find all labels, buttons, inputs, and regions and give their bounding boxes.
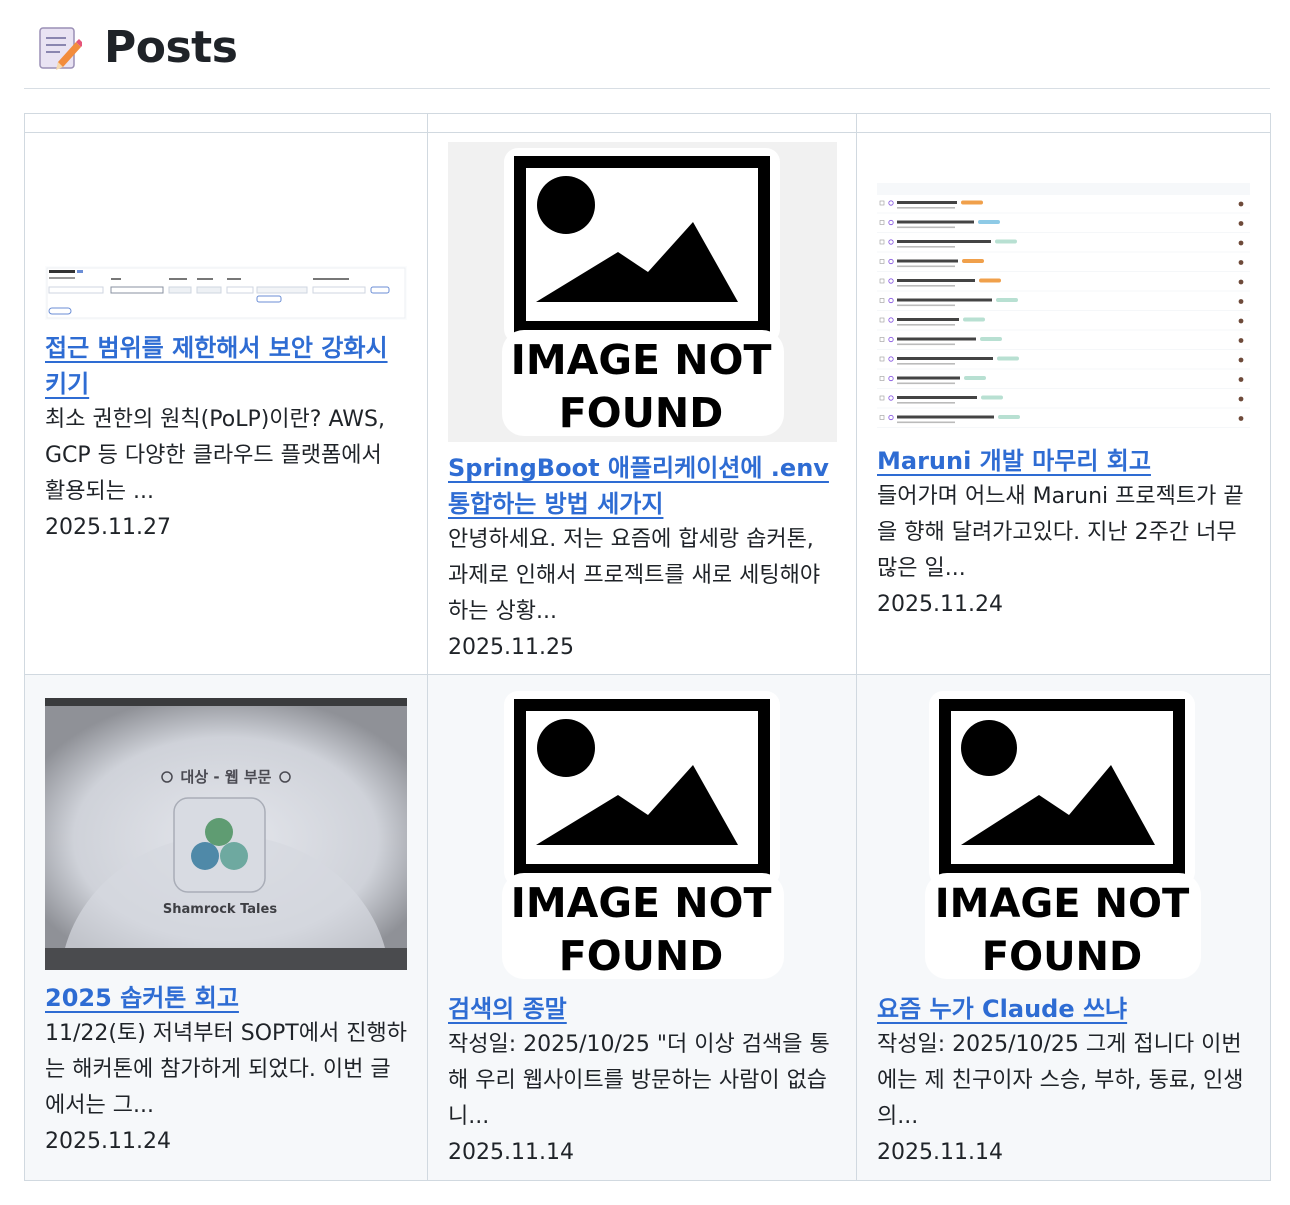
post-card: IMAGE NOT FOUND 요즘 누가 Claude 쓰냐 작성일: 202…: [856, 674, 1271, 1181]
table-header-row: [24, 113, 1271, 133]
table-header-cell: [856, 113, 1271, 133]
post-card: Maruni 개발 마무리 회고 들어가며 어느새 Maruni 프로젝트가 끝…: [856, 132, 1271, 675]
page-title: Posts: [104, 22, 238, 73]
placeholder-line2: FOUND: [559, 389, 724, 437]
post-excerpt: 작성일: 2025/10/25 그게 접니다 이번에는 제 친구이자 스승, 부…: [877, 1032, 1244, 1129]
post-excerpt: 최소 권한의 원칙(PoLP)이란? AWS, GCP 등 다양한 클라우드 플…: [45, 407, 386, 504]
post-excerpt: 11/22(토) 저녁부터 SOPT에서 진행하는 해커톤에 참가하게 되었다.…: [45, 1021, 407, 1118]
post-date: 2025.11.25: [448, 635, 574, 660]
award-slide-photo: 대상 - 웹 부문 Shamrock Tales: [45, 698, 407, 970]
post-date: 2025.11.24: [45, 1129, 171, 1154]
post-card: IMAGE NOT FOUND SpringBoot 애플리케이션에 .env …: [427, 132, 857, 675]
table-header-cell: [24, 113, 428, 133]
post-card: 접근 범위를 제한해서 보안 강화시키기 최소 권한의 원칙(PoLP)이란? …: [24, 132, 428, 675]
image-not-found-placeholder: IMAGE NOT FOUND: [502, 691, 784, 980]
memo-icon: [39, 27, 82, 70]
post-excerpt: 안녕하세요. 저는 요즘에 합세랑 솝커톤, 과제로 인해서 프로젝트를 새로 …: [448, 527, 821, 624]
post-date: 2025.11.24: [877, 592, 1003, 617]
page-header: Posts: [24, 18, 1270, 89]
image-not-found-placeholder: IMAGE NOT FOUND: [448, 142, 837, 442]
table-row: 대상 - 웹 부문 Shamrock Tales 2025 솝커톤 회고 11/…: [24, 674, 1271, 1181]
post-title-link[interactable]: 검색의 종말: [448, 995, 567, 1023]
post-thumbnail[interactable]: 대상 - 웹 부문 Shamrock Tales: [45, 675, 407, 970]
placeholder-line1: IMAGE NOT: [935, 881, 1190, 927]
post-card: 대상 - 웹 부문 Shamrock Tales 2025 솝커톤 회고 11/…: [24, 674, 428, 1181]
post-thumbnail[interactable]: IMAGE NOT FOUND: [448, 675, 836, 981]
post-excerpt: 작성일: 2025/10/25 "더 이상 검색을 통해 우리 웹사이트를 방문…: [448, 1032, 830, 1129]
post-title-link[interactable]: Maruni 개발 마무리 회고: [877, 447, 1151, 475]
slide-team-text: Shamrock Tales: [163, 902, 277, 917]
slide-award-text: 대상 - 웹 부문: [181, 768, 272, 786]
post-title-link[interactable]: SpringBoot 애플리케이션에 .env 통합하는 방법 세가지: [448, 454, 829, 518]
posts-table: 접근 범위를 제한해서 보안 강화시키기 최소 권한의 원칙(PoLP)이란? …: [24, 113, 1271, 1181]
iam-settings-screenshot: [45, 266, 407, 320]
image-not-found-placeholder: IMAGE NOT FOUND: [925, 691, 1201, 980]
table-row: 접근 범위를 제한해서 보안 강화시키기 최소 권한의 원칙(PoLP)이란? …: [24, 132, 1271, 675]
post-date: 2025.11.27: [45, 515, 171, 540]
post-date: 2025.11.14: [448, 1140, 574, 1165]
post-thumbnail[interactable]: [877, 133, 1250, 433]
placeholder-line2: FOUND: [982, 934, 1143, 980]
placeholder-line2: FOUND: [559, 932, 724, 980]
post-excerpt: 들어가며 어느새 Maruni 프로젝트가 끝을 향해 달려가고있다. 지난 2…: [877, 484, 1244, 581]
post-title-link[interactable]: 요즘 누가 Claude 쓰냐: [877, 995, 1127, 1023]
post-thumbnail[interactable]: IMAGE NOT FOUND: [877, 675, 1250, 981]
placeholder-line1: IMAGE NOT: [511, 879, 772, 927]
post-title-link[interactable]: 2025 솝커톤 회고: [45, 984, 239, 1012]
github-issues-screenshot: [877, 183, 1250, 433]
post-title-link[interactable]: 접근 범위를 제한해서 보안 강화시키기: [45, 334, 388, 398]
post-card: IMAGE NOT FOUND 검색의 종말 작성일: 2025/10/25 "…: [427, 674, 857, 1181]
post-date: 2025.11.14: [877, 1140, 1003, 1165]
post-thumbnail[interactable]: IMAGE NOT FOUND: [448, 133, 837, 442]
placeholder-line1: IMAGE NOT: [511, 336, 772, 384]
table-header-cell: [427, 113, 857, 133]
post-thumbnail[interactable]: [45, 133, 407, 320]
